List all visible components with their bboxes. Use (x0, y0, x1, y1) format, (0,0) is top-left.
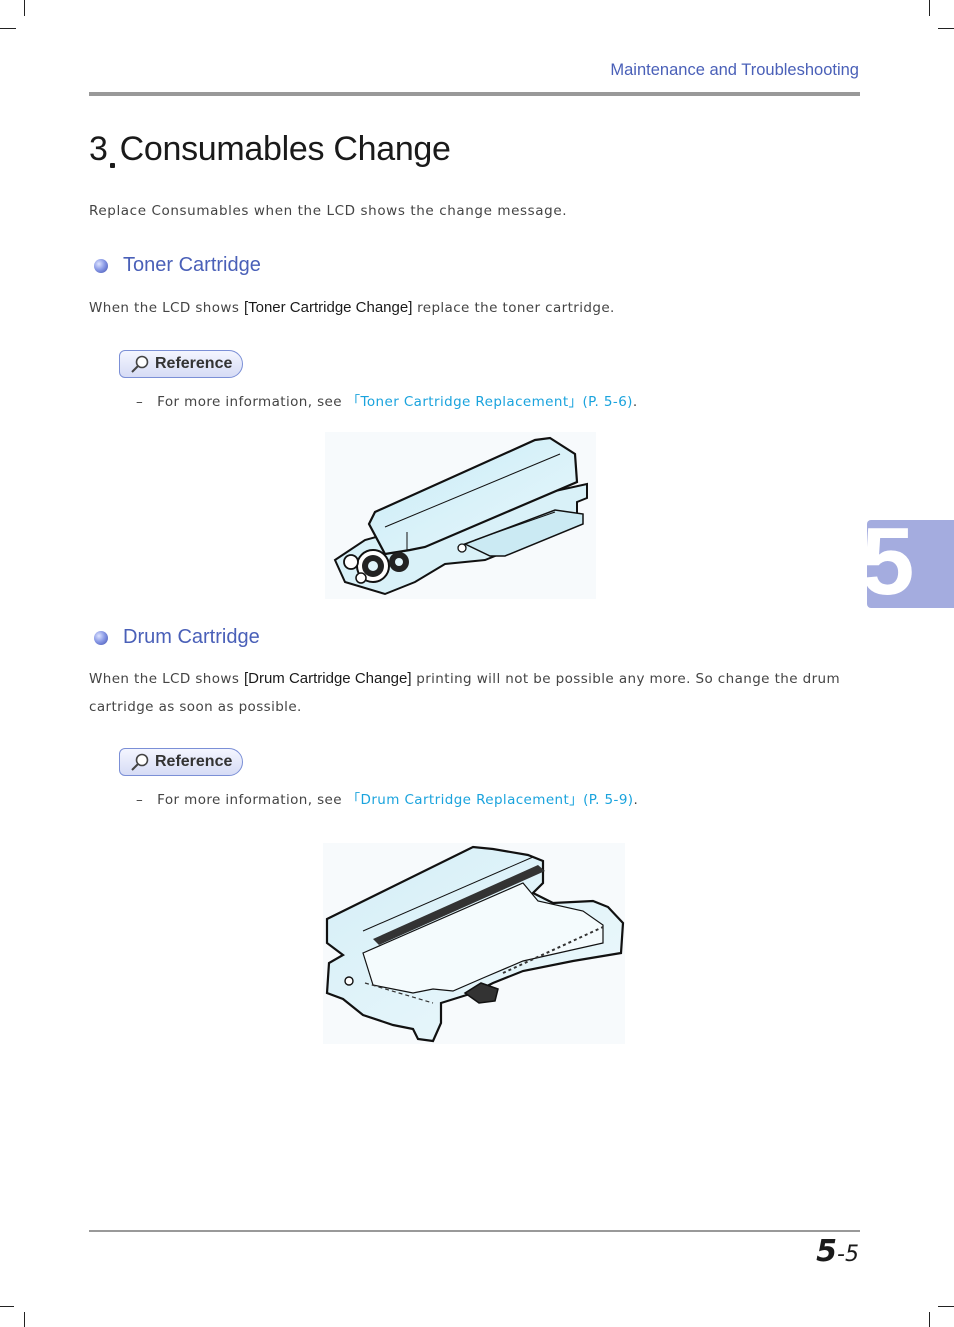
reference-suffix: . (632, 394, 638, 410)
reference-label: Reference (155, 753, 233, 770)
para-text: When the LCD shows (89, 300, 244, 316)
drum-cartridge-illustration (323, 843, 625, 1044)
bullet-icon (94, 258, 108, 273)
crop-mark (929, 0, 930, 16)
page-number-separator: - (837, 1242, 845, 1267)
reference-line: – For more information, see 「Drum Cartrid… (136, 788, 638, 808)
section-heading-label: Toner Cartridge (123, 254, 261, 276)
section-heading-label: Drum Cartridge (123, 626, 260, 648)
crop-mark (24, 0, 25, 16)
page-title: 3 Consumables Change (89, 130, 451, 169)
header-rule (89, 92, 860, 96)
reference-badge: Reference (119, 350, 243, 378)
page-number: 5-5 (816, 1234, 859, 1269)
bullet-icon (94, 630, 108, 645)
section-heading-drum: Drum Cartridge (92, 626, 260, 649)
drum-replacement-link[interactable]: 「Drum Cartridge Replacement」(P. 5-9) (347, 792, 634, 808)
page-number-chapter: 5 (816, 1234, 838, 1269)
crop-mark (929, 1312, 930, 1327)
crop-mark (938, 1306, 954, 1307)
dash: – (136, 792, 144, 808)
running-header: Maintenance and Troubleshooting (610, 61, 859, 79)
para-text: When the LCD shows (89, 671, 244, 687)
para-text: replace the toner cartridge. (412, 300, 615, 316)
magnifier-icon (131, 355, 149, 373)
page-number-page: 5 (845, 1242, 859, 1267)
title-text: Consumables Change (119, 130, 451, 168)
toner-cartridge-illustration (325, 432, 596, 599)
intro-text: Replace Consumables when the LCD shows t… (89, 203, 568, 219)
toner-replacement-link[interactable]: 「Toner Cartridge Replacement」(P. 5-6) (347, 394, 633, 410)
crop-mark (24, 1312, 25, 1327)
lcd-message: [Drum Cartridge Change] (243, 670, 412, 687)
reference-line: – For more information, see 「Toner Cartri… (136, 390, 638, 410)
reference-label: Reference (155, 355, 233, 372)
crop-mark (0, 1306, 14, 1307)
drum-paragraph: When the LCD shows [Drum Cartridge Chang… (89, 665, 849, 721)
reference-prefix: For more information, see (157, 394, 347, 410)
reference-prefix: For more information, see (157, 792, 347, 808)
dash: – (136, 394, 144, 410)
magnifier-icon (131, 753, 149, 771)
title-dot (109, 163, 115, 168)
chapter-tab-number: 5 (867, 520, 915, 608)
crop-mark (938, 28, 954, 29)
crop-mark (0, 28, 16, 29)
reference-badge: Reference (119, 748, 243, 776)
footer-rule (89, 1230, 860, 1232)
title-number: 3 (89, 130, 108, 168)
toner-paragraph: When the LCD shows [Toner Cartridge Chan… (89, 294, 849, 323)
section-heading-toner: Toner Cartridge (92, 254, 261, 277)
lcd-message: [Toner Cartridge Change] (243, 299, 413, 316)
chapter-tab: 5 (867, 520, 954, 608)
reference-suffix: . (633, 792, 639, 808)
